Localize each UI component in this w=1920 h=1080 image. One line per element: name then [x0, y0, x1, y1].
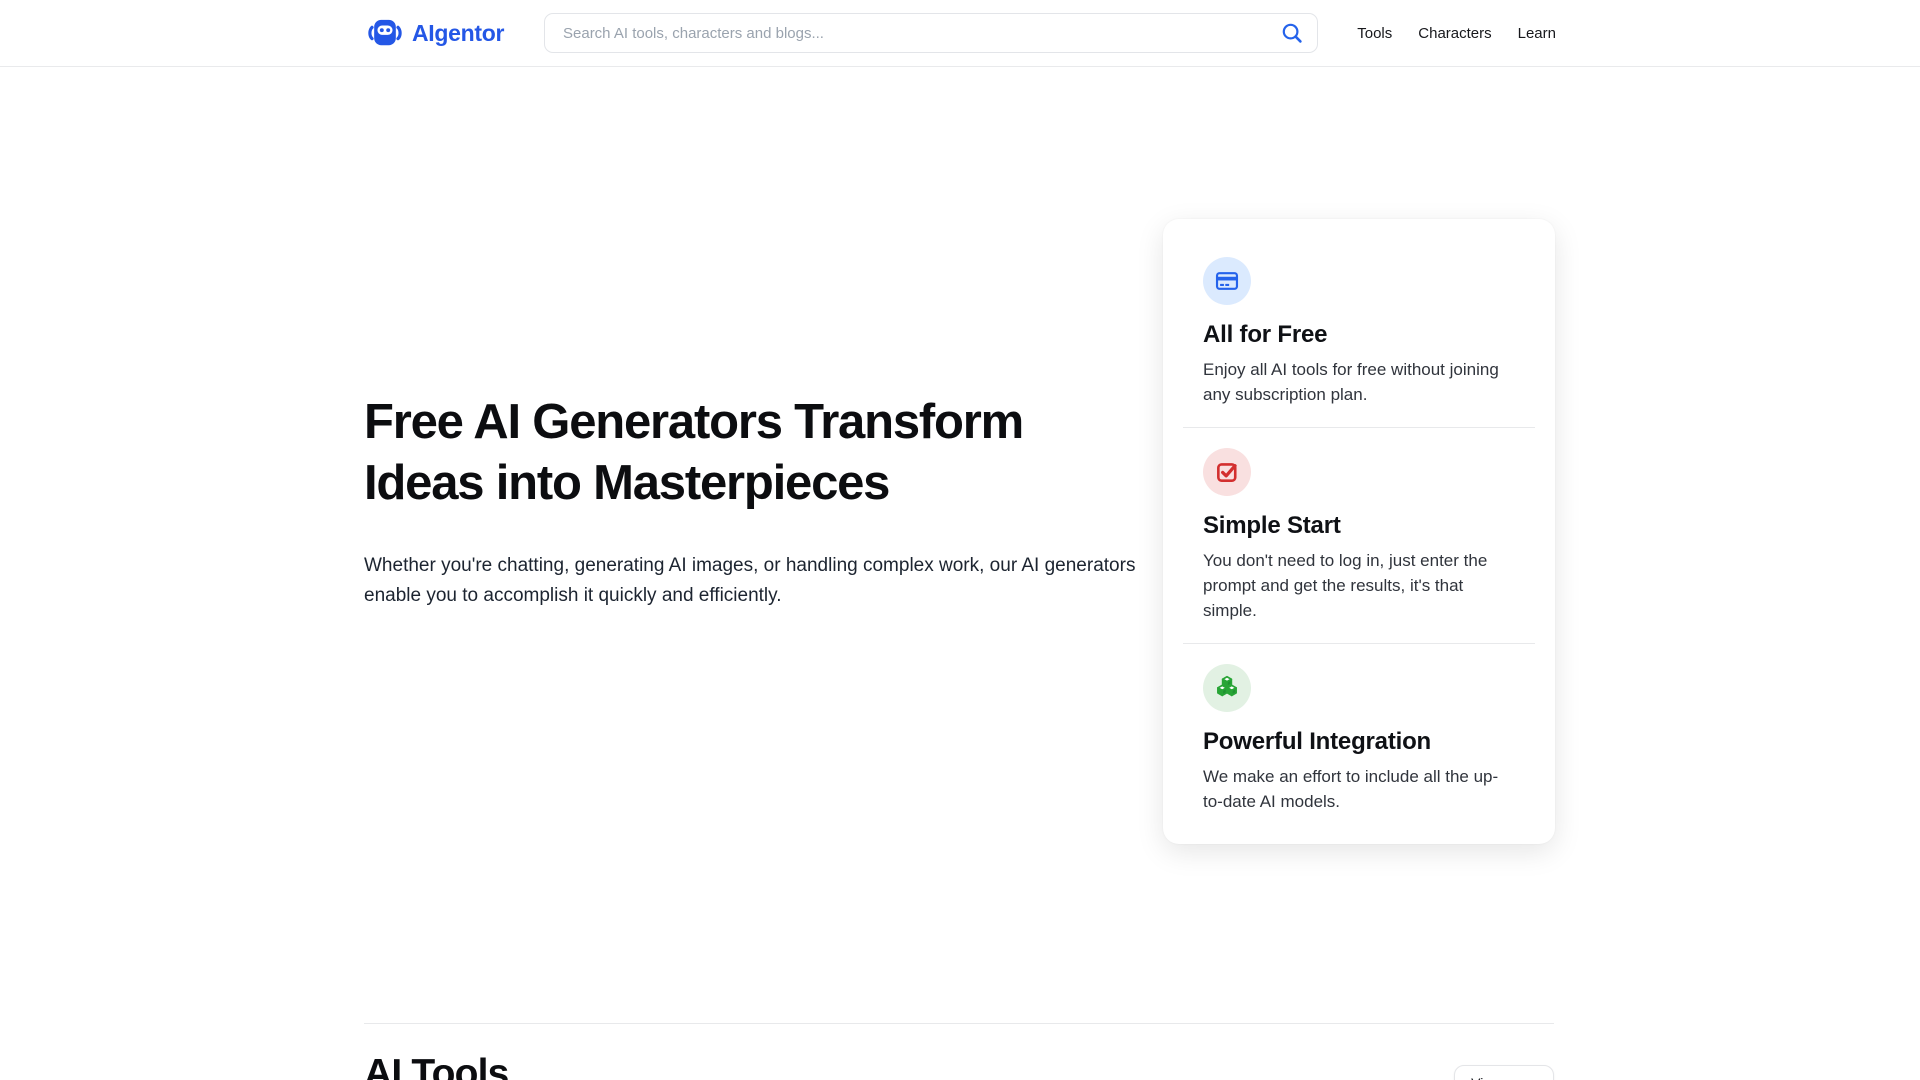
page: AIgentor Tools Characters Learn Free AI … — [0, 0, 1920, 1080]
tools-heading: AI Tools — [364, 1052, 509, 1080]
search-input[interactable] — [544, 13, 1318, 53]
search-icon[interactable] — [1280, 21, 1304, 45]
feature-title: Powerful Integration — [1203, 728, 1515, 756]
feature-all-for-free: All for Free Enjoy all AI tools for free… — [1203, 257, 1515, 407]
nav-item-characters[interactable]: Characters — [1418, 25, 1491, 42]
header: AIgentor Tools Characters Learn — [0, 0, 1920, 67]
hero-subtitle: Whether you're chatting, generating AI i… — [364, 551, 1154, 611]
card-divider — [1183, 643, 1535, 644]
hero-heading: Free AI Generators Transform Ideas into … — [364, 392, 1104, 514]
cubes-icon — [1203, 664, 1251, 712]
check-square-icon — [1203, 448, 1251, 496]
view-more-button[interactable]: View more — [1454, 1065, 1554, 1080]
feature-powerful-integration: Powerful Integration We make an effort t… — [1203, 664, 1515, 814]
brand-name: AIgentor — [412, 20, 504, 47]
feature-description: You don't need to log in, just enter the… — [1203, 548, 1515, 623]
hero-heading-line2: Ideas into Masterpieces — [364, 453, 1104, 514]
robot-icon — [367, 17, 403, 49]
tools-section-header: AI Tools View more — [364, 1052, 1554, 1080]
feature-title: All for Free — [1203, 321, 1515, 349]
credit-card-icon — [1203, 257, 1251, 305]
feature-card: All for Free Enjoy all AI tools for free… — [1163, 219, 1555, 844]
hero-heading-line1: Free AI Generators Transform — [364, 392, 1104, 453]
nav-item-learn[interactable]: Learn — [1518, 25, 1556, 42]
feature-description: We make an effort to include all the up-… — [1203, 764, 1515, 814]
header-nav: Tools Characters Learn — [1357, 0, 1556, 66]
search-box — [544, 13, 1318, 53]
card-divider — [1183, 427, 1535, 428]
nav-item-tools[interactable]: Tools — [1357, 25, 1392, 42]
feature-description: Enjoy all AI tools for free without join… — [1203, 357, 1515, 407]
brand-logo[interactable]: AIgentor — [367, 0, 504, 66]
section-divider — [364, 1023, 1554, 1024]
feature-simple-start: Simple Start You don't need to log in, j… — [1203, 448, 1515, 623]
feature-title: Simple Start — [1203, 512, 1515, 540]
